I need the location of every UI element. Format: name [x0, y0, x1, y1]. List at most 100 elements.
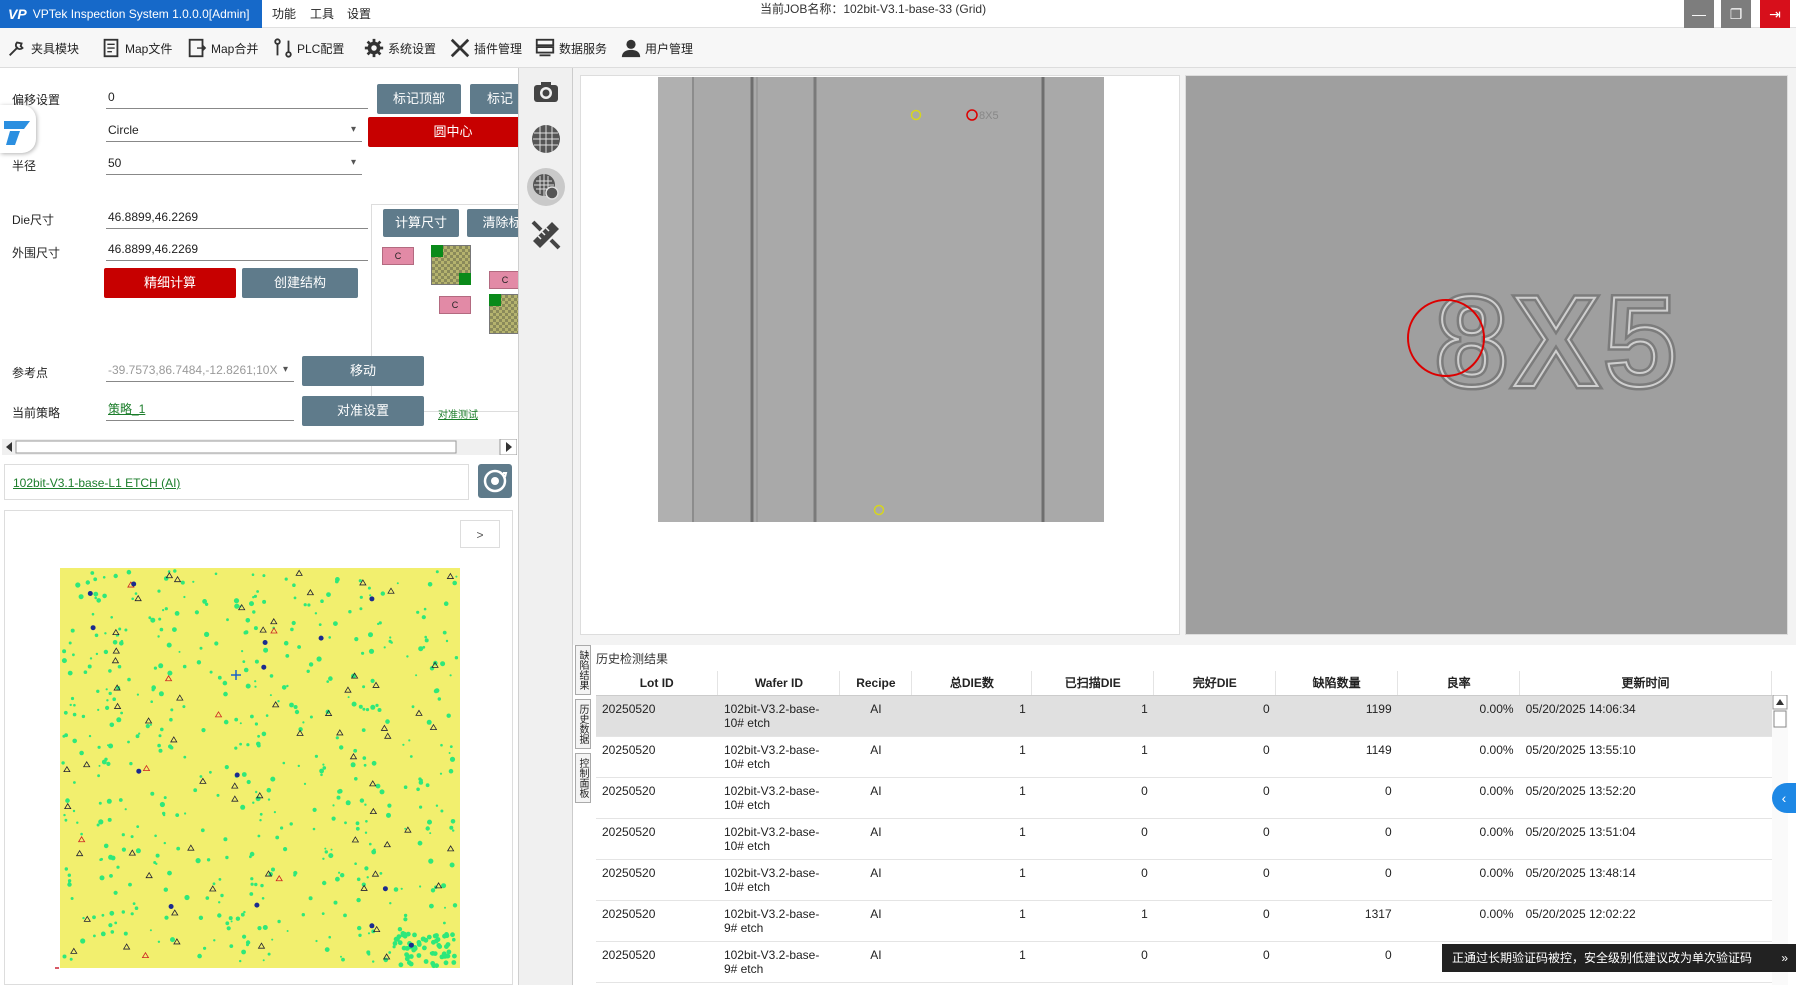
table-row[interactable]: 20250520 102bit-V3.2-base-10# etch AI 1 0 0 0 0…: [596, 859, 1772, 901]
tool-map-merge[interactable]: Map合并: [186, 34, 258, 62]
table-cell-scanned: 0: [1031, 818, 1154, 860]
tool-plc-config[interactable]: PLC配置: [272, 34, 344, 62]
vp-logo-icon: VP: [8, 6, 27, 22]
col-defect-count[interactable]: 缺陷数量: [1275, 671, 1399, 696]
table-cell-lot: 20250520: [596, 818, 718, 860]
minimize-button[interactable]: —: [1684, 0, 1714, 28]
horizontal-scrollbar[interactable]: [2, 439, 517, 455]
job-name-link[interactable]: 102bit-V3.1-base-L1 ETCH (AI): [13, 476, 180, 490]
table-cell-good: 0: [1153, 695, 1276, 737]
create-structure-button[interactable]: 创建结构: [242, 268, 358, 298]
table-header-row: Lot ID Wafer ID Recipe 总DIE数 已扫描DIE 完好DI…: [596, 671, 1772, 696]
current-strategy-label: 当前策略: [12, 406, 61, 420]
die-size-label: Die尺寸: [12, 213, 55, 227]
overview-image-pane[interactable]: 8X5: [580, 75, 1180, 635]
col-total-die[interactable]: 总DIE数: [911, 671, 1033, 696]
align-setup-button[interactable]: 对准设置: [302, 396, 424, 426]
menu-settings[interactable]: 设置: [347, 0, 371, 28]
table-row[interactable]: 20250520 102bit-V3.2-base-9# etch AI 1 1 0 131…: [596, 900, 1772, 942]
expand-arrow-icon[interactable]: »: [1781, 944, 1788, 972]
menu-function[interactable]: 功能: [272, 0, 296, 28]
tool-system-settings[interactable]: 系统设置: [363, 34, 436, 62]
table-row[interactable]: 20250520 102bit-V3.2-base-10# etch AI 1 0 0 0 0…: [596, 777, 1772, 819]
tool-user-manager[interactable]: 用户管理: [620, 34, 693, 62]
col-lot-id[interactable]: Lot ID: [596, 671, 719, 696]
col-good-die[interactable]: 完好DIE: [1153, 671, 1277, 696]
clear-mark-button[interactable]: 清除标: [467, 209, 518, 237]
circle-center-button[interactable]: 圆中心: [368, 117, 518, 147]
align-test-link[interactable]: 对准测试: [438, 406, 478, 421]
table-cell-recipe: AI: [839, 900, 912, 942]
table-row[interactable]: 20250520 102bit-V3.2-base-10# etch AI 1 1 0 11…: [596, 695, 1772, 737]
app-name: VPTek Inspection System 1.0.0.0[Admin]: [32, 7, 250, 21]
table-cell-time: 05/20/2025 13:52:20: [1519, 777, 1772, 819]
table-cell-lot: 20250520: [596, 900, 718, 942]
wafer-analysis-button[interactable]: [527, 168, 565, 206]
col-recipe[interactable]: Recipe: [839, 671, 913, 696]
reference-point-select[interactable]: -39.7573,86.7484,-12.8261;10X: [106, 360, 294, 382]
tool-data-service[interactable]: 数据服务: [534, 34, 607, 62]
col-yield[interactable]: 良率: [1397, 671, 1521, 696]
mark-button[interactable]: 标记: [470, 84, 518, 114]
table-scrollbar[interactable]: [1772, 695, 1788, 985]
diagram-anchor: [489, 294, 501, 306]
exit-icon: ⇥: [1769, 6, 1781, 22]
die-size-input[interactable]: 46.8899,46.2269: [106, 207, 368, 229]
maximize-button[interactable]: ❐: [1721, 0, 1751, 28]
wafer-defect-map[interactable]: [55, 568, 465, 978]
tab-defect-results[interactable]: 缺陷结果: [575, 645, 591, 695]
tool-label: 系统设置: [388, 41, 437, 56]
outer-size-label: 外围尺寸: [12, 246, 61, 260]
menu-tools[interactable]: 工具: [310, 0, 334, 28]
zoom-image-pane[interactable]: 8X5 8X5: [1185, 75, 1788, 635]
table-cell-yield: 0.00%: [1397, 736, 1520, 778]
diagram-c-box: C: [439, 296, 471, 314]
user-icon: [621, 39, 641, 58]
tool-fixture-module[interactable]: 夹具模块: [6, 34, 79, 62]
diagram-anchor: [431, 245, 443, 257]
exit-button[interactable]: ⇥: [1760, 0, 1790, 28]
table-cell-yield: 0.00%: [1397, 900, 1520, 942]
tool-plugin-manager[interactable]: 插件管理: [449, 34, 522, 62]
col-update-time[interactable]: 更新时间: [1519, 671, 1772, 696]
mark-top-button[interactable]: 标记顶部: [377, 84, 461, 114]
calc-size-button[interactable]: 计算尺寸: [383, 209, 459, 237]
tab-control-panel[interactable]: 控制面板: [575, 753, 591, 803]
offset-input[interactable]: 0: [106, 87, 368, 109]
floating-app-icon[interactable]: [0, 105, 36, 153]
table-row[interactable]: 20250520 102bit-V3.2-base-10# etch AI 1 1 0 11…: [596, 736, 1772, 778]
table-cell-defects: 1317: [1275, 900, 1398, 942]
shape-select[interactable]: Circle: [106, 120, 362, 142]
refresh-button[interactable]: [478, 464, 512, 498]
left-settings-panel: 偏移设置 0 标记顶部 标记 Circle 圆中心 半径 50 Die尺寸 46…: [0, 68, 519, 985]
outer-size-input[interactable]: 46.8899,46.2269: [106, 239, 368, 261]
table-cell-recipe: AI: [839, 777, 912, 819]
camera-button[interactable]: [527, 73, 565, 111]
tool-label: 用户管理: [645, 41, 694, 56]
table-cell-good: 0: [1153, 859, 1276, 901]
table-cell-scanned: 0: [1031, 777, 1154, 819]
table-cell-total: 1: [911, 900, 1032, 942]
table-cell-wafer: 102bit-V3.2-base-10# etch: [717, 736, 840, 778]
move-button[interactable]: 移动: [302, 356, 424, 386]
tab-history-data[interactable]: 历史数据: [575, 699, 591, 749]
expand-side-button[interactable]: ‹: [1772, 783, 1796, 813]
tool-label: Map文件: [125, 41, 173, 56]
notification-text: 正通过长期验证码被控，安全级别低建议改为单次验证码: [1452, 951, 1753, 965]
table-cell-wafer: 102bit-V3.2-base-10# etch: [717, 777, 840, 819]
map-next-button[interactable]: >: [460, 520, 500, 548]
main-toolbar: 夹具模块 Map文件 Map合并 PLC配置 系统设置 插件管理 数据服务 用户…: [0, 28, 1796, 68]
col-scanned-die[interactable]: 已扫描DIE: [1031, 671, 1155, 696]
table-row[interactable]: 20250520 102bit-V3.2-base-10# etch AI 1 0 0 0 0…: [596, 818, 1772, 860]
table-cell-defects: 0: [1275, 941, 1398, 983]
tool-map-file[interactable]: Map文件: [100, 34, 172, 62]
security-notification: 正通过长期验证码被控，安全级别低建议改为单次验证码 »: [1442, 944, 1796, 972]
ruler-tool-button[interactable]: [527, 216, 565, 254]
strategy-input[interactable]: 策略_1: [106, 399, 294, 421]
radius-select[interactable]: 50: [106, 153, 362, 175]
table-cell-recipe: AI: [839, 941, 912, 983]
wafer-grid-button[interactable]: [527, 120, 565, 158]
col-wafer-id[interactable]: Wafer ID: [717, 671, 841, 696]
ruler-pencil-icon: [531, 220, 561, 250]
fine-calc-button[interactable]: 精细计算: [104, 268, 236, 298]
